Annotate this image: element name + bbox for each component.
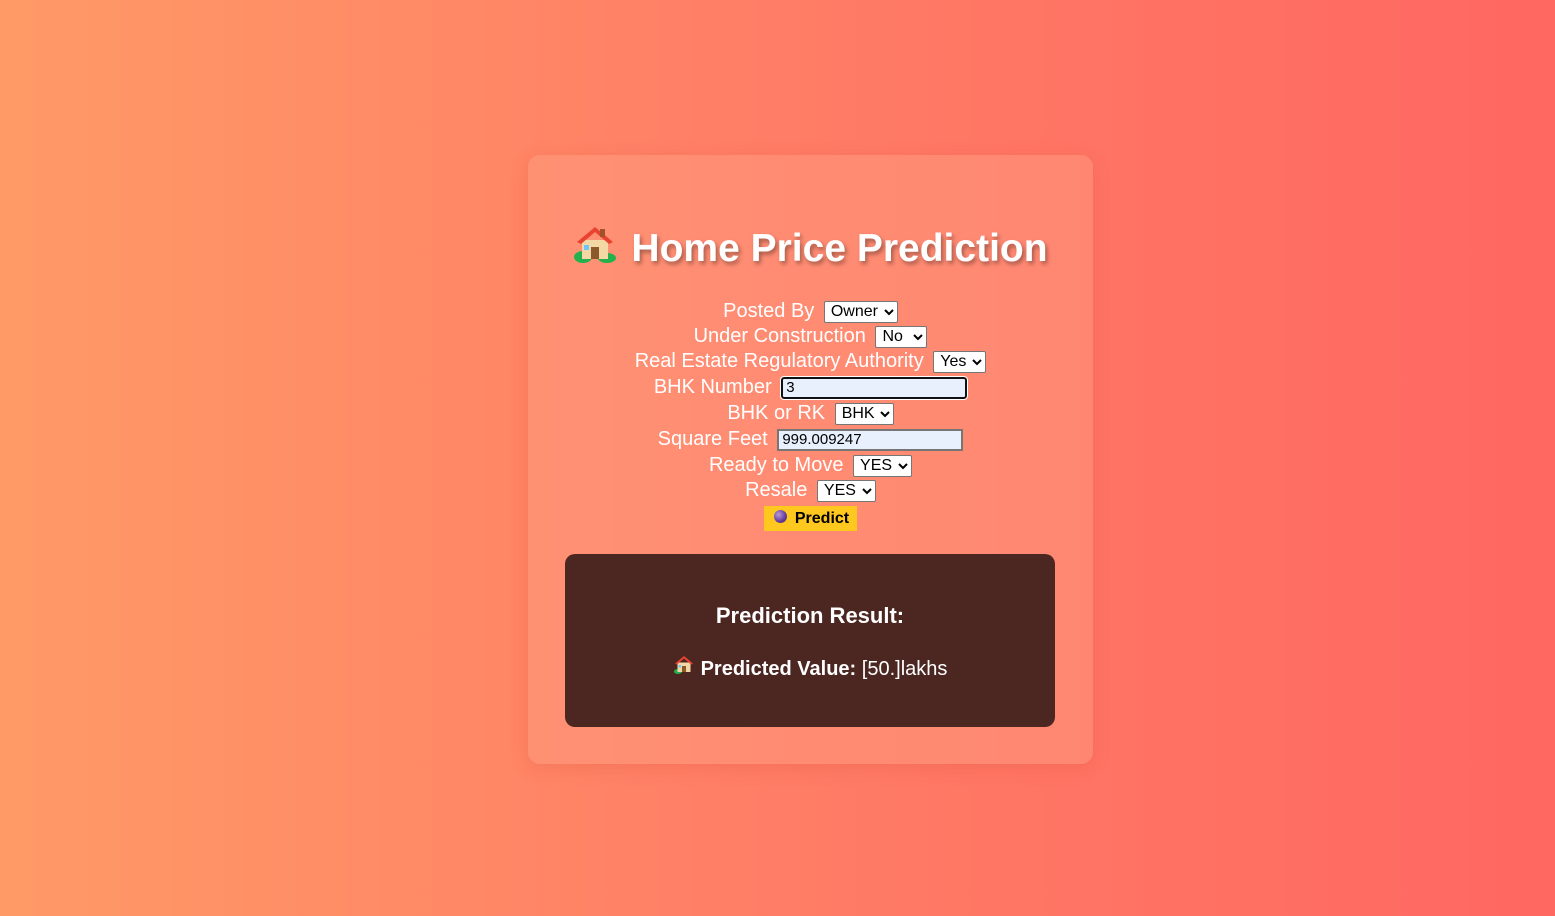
prediction-card: Home Price Prediction Posted By Owner Un… (528, 155, 1093, 764)
resale-row: Resale YES (528, 478, 1093, 503)
rera-select[interactable]: Yes (933, 350, 987, 373)
ready-to-move-label: Ready to Move (708, 454, 844, 476)
resale-label: Resale (745, 479, 808, 501)
prediction-form: Posted By Owner Under Construction No Re… (528, 299, 1093, 531)
predict-row: Predict (528, 503, 1093, 531)
house-icon (573, 223, 617, 274)
under-construction-label: Under Construction (693, 325, 866, 347)
posted-by-label: Posted By (723, 300, 815, 322)
bhk-or-rk-select[interactable]: BHK (834, 402, 894, 425)
resale-select[interactable]: YES (816, 479, 876, 502)
under-construction-select[interactable]: No (875, 325, 928, 348)
predicted-value: [50.]lakhs (861, 658, 948, 680)
predicted-value-label: Predicted Value: (700, 658, 857, 680)
page-title: Home Price Prediction (528, 225, 1093, 276)
house-icon (673, 654, 695, 682)
bhk-or-rk-label: BHK or RK (727, 402, 826, 424)
square-feet-input[interactable] (777, 428, 964, 451)
square-feet-row: Square Feet (528, 426, 1093, 453)
title-text: Home Price Prediction (631, 226, 1048, 270)
result-line: Predicted Value: [50.]lakhs (565, 655, 1055, 684)
ready-to-move-row: Ready to Move YES (528, 453, 1093, 478)
result-title: Prediction Result: (715, 603, 905, 628)
predict-button[interactable]: Predict (763, 506, 858, 531)
posted-by-row: Posted By Owner (528, 299, 1093, 324)
posted-by-select[interactable]: Owner (823, 300, 898, 323)
rera-row: Real Estate Regulatory Authority Yes (528, 349, 1093, 374)
bhk-number-input[interactable] (780, 375, 969, 400)
bhk-number-label: BHK Number (653, 376, 772, 398)
bhk-or-rk-row: BHK or RK BHK (528, 401, 1093, 426)
square-feet-label: Square Feet (657, 428, 768, 450)
crystal-ball-icon (773, 510, 787, 524)
predict-button-label: Predict (794, 510, 850, 527)
bhk-number-row: BHK Number (528, 374, 1093, 401)
rera-label: Real Estate Regulatory Authority (634, 350, 924, 372)
under-construction-row: Under Construction No (528, 324, 1093, 349)
result-panel: Prediction Result: Predicted Value: [50.… (565, 554, 1055, 727)
ready-to-move-select[interactable]: YES (853, 454, 913, 477)
